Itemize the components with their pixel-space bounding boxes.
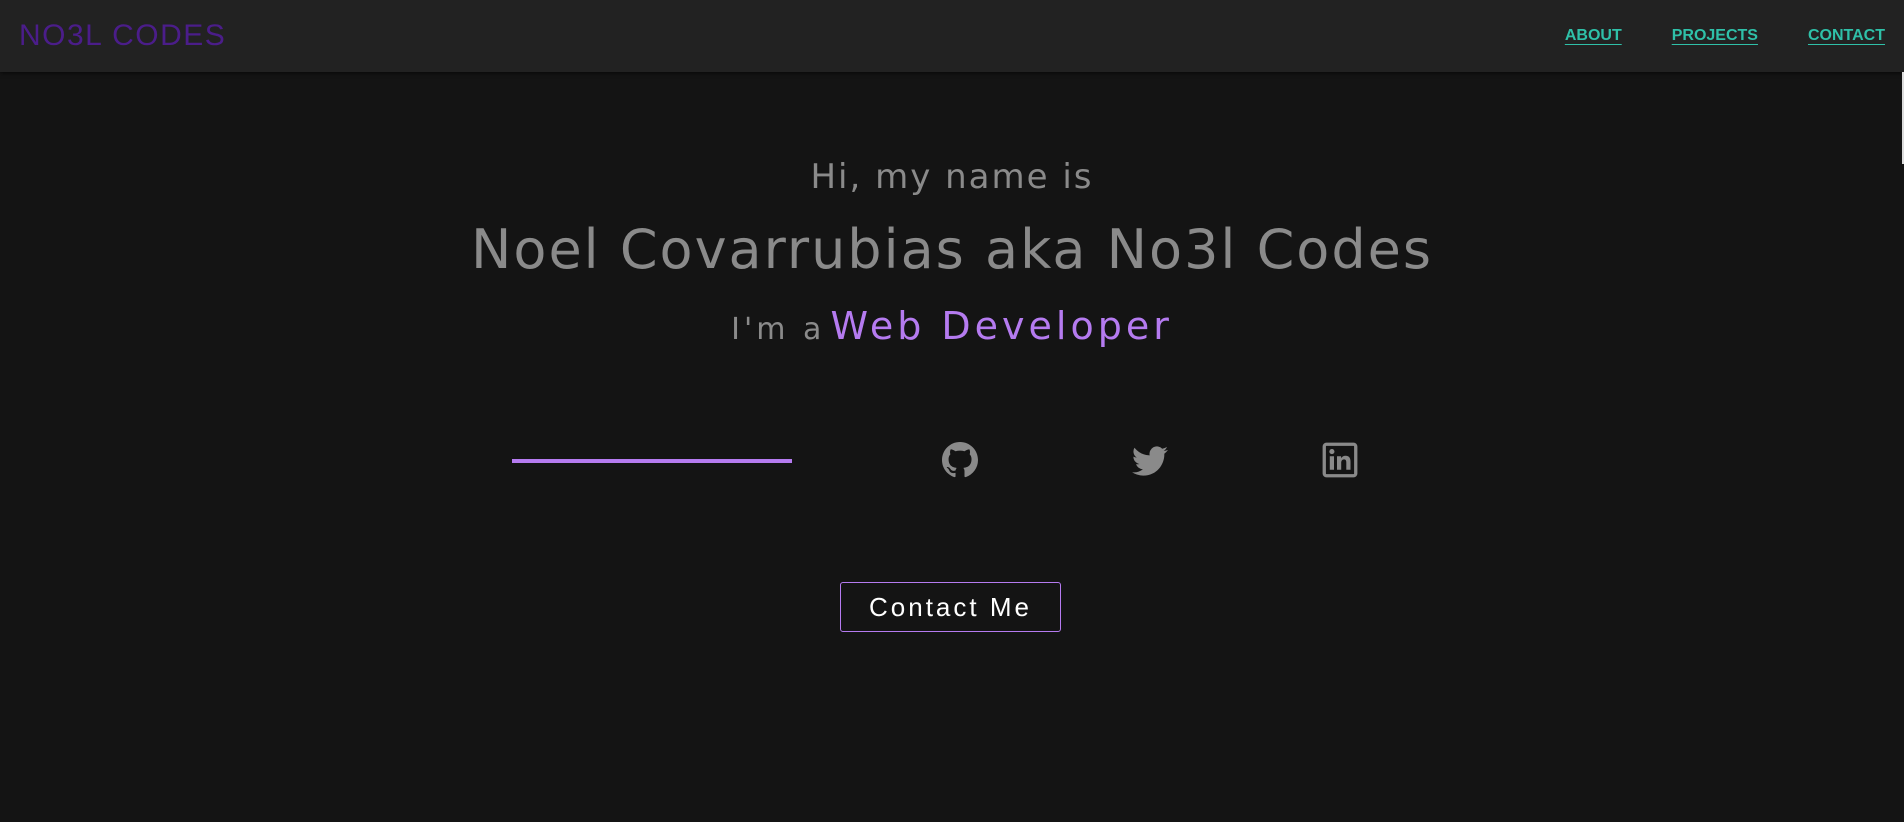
contact-me-button[interactable]: Contact Me: [840, 582, 1061, 632]
github-icon[interactable]: [942, 442, 978, 478]
hero-section: Hi, my name is Noel Covarrubias aka No3l…: [0, 72, 1904, 822]
nav-link-contact[interactable]: CONTACT: [1808, 25, 1885, 47]
nav-links: ABOUT PROJECTS CONTACT: [1565, 25, 1885, 47]
social-links: [0, 72, 1904, 822]
brand-logo[interactable]: NO3L CODES: [19, 19, 226, 53]
nav-link-about[interactable]: ABOUT: [1565, 25, 1622, 47]
twitter-icon[interactable]: [1132, 443, 1168, 479]
nav-link-projects[interactable]: PROJECTS: [1672, 25, 1758, 47]
accent-underline: [512, 459, 792, 463]
top-navbar: NO3L CODES ABOUT PROJECTS CONTACT: [0, 0, 1904, 72]
linkedin-icon[interactable]: [1322, 442, 1358, 478]
